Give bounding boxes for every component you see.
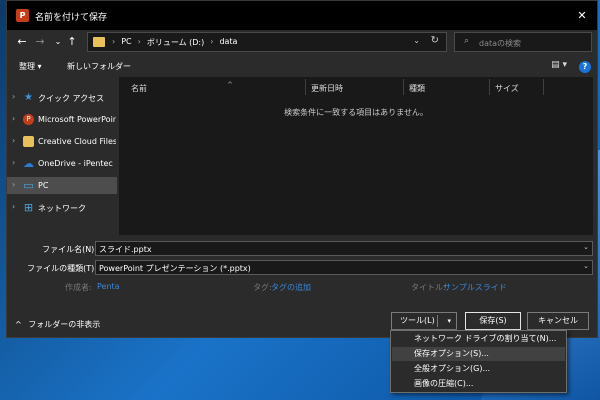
menu-item-save-options[interactable]: 保存オプション(S)...	[392, 347, 565, 361]
column-header-modified[interactable]: 更新日時	[311, 83, 343, 93]
filename-label: ファイル名(N):	[42, 245, 97, 254]
nav-item-label: Creative Cloud Files	[38, 137, 116, 146]
tools-divider	[437, 315, 438, 327]
search-placeholder: dataの検索	[479, 39, 522, 48]
doc-title-label: タイトル:	[411, 283, 446, 292]
filetype-value: PowerPoint プレゼンテーション (*.pptx)	[99, 264, 251, 273]
column-header-size[interactable]: サイズ	[495, 83, 519, 93]
author-label: 作成者:	[65, 283, 92, 292]
filetype-label: ファイルの種類(T):	[27, 264, 97, 273]
chevron-right-icon: ›	[137, 37, 141, 46]
column-divider[interactable]	[305, 79, 306, 95]
chevron-right-icon: ›	[112, 37, 116, 46]
nav-item-label: PC	[38, 181, 49, 190]
menu-item-map-network-drive[interactable]: ネットワーク ドライブの割り当て(N)...	[392, 332, 565, 346]
nav-item-label: Microsoft PowerPoint	[38, 115, 116, 124]
dialog-title: 名前を付けて保存	[35, 13, 108, 23]
search-icon: ⌕	[464, 36, 470, 46]
tags-label: タグ:	[253, 283, 272, 292]
tools-label: ツール(L)	[400, 316, 435, 325]
hide-folders-label: フォルダーの非表示	[28, 320, 101, 329]
network-icon: ⊞	[23, 201, 34, 214]
nav-item-network[interactable]: › ⊞ ネットワーク	[7, 199, 117, 216]
forward-arrow-icon[interactable]: →	[33, 35, 47, 49]
breadcrumb: › PC › ボリューム (D:) › data	[112, 37, 237, 48]
column-header-name[interactable]: 名前 ^	[131, 81, 301, 93]
address-bar[interactable]: › PC › ボリューム (D:) › data ⌄ ↻	[87, 32, 447, 52]
onedrive-icon: ☁	[23, 157, 34, 170]
refresh-icon[interactable]: ↻	[431, 35, 439, 46]
chevron-right-icon[interactable]: ›	[12, 92, 15, 101]
tools-button[interactable]: ツール(L) ▾	[391, 312, 457, 330]
close-button[interactable]: ✕	[567, 1, 597, 30]
cancel-button[interactable]: キャンセル	[527, 312, 589, 330]
recent-locations-chevron-icon[interactable]: ⌄	[51, 35, 65, 49]
caret-down-icon[interactable]: ▾	[447, 313, 451, 329]
filename-value: スライド.pptx	[99, 245, 152, 254]
save-button[interactable]: 保存(S)	[465, 312, 521, 330]
tools-menu: ネットワーク ドライブの割り当て(N)... 保存オプション(S)... 全般オ…	[390, 330, 567, 393]
chevron-down-icon[interactable]: ⌄	[583, 262, 589, 270]
address-dropdown-icon[interactable]: ⌄	[413, 36, 420, 45]
file-list[interactable]: 名前 ^ 更新日時 種類 サイズ 検索条件に一致する項目はありません。	[119, 77, 593, 235]
empty-list-message: 検索条件に一致する項目はありません。	[284, 108, 428, 117]
search-input[interactable]: ⌕ dataの検索	[454, 32, 592, 52]
nav-item-powerpoint[interactable]: › P Microsoft PowerPoint	[7, 111, 117, 128]
help-icon[interactable]: ?	[579, 61, 591, 73]
chevron-right-icon[interactable]: ›	[12, 158, 15, 167]
nav-item-pc[interactable]: › ▭ PC	[7, 177, 117, 194]
breadcrumb-item-data[interactable]: data	[219, 37, 237, 48]
filename-field[interactable]: スライド.pptx ⌄	[95, 241, 593, 256]
star-icon: ★	[24, 92, 33, 103]
chevron-right-icon: ›	[210, 37, 214, 46]
menu-item-compress-pictures[interactable]: 画像の圧縮(C)...	[392, 377, 565, 391]
powerpoint-icon: P	[23, 114, 34, 125]
nav-item-creative-cloud[interactable]: › Creative Cloud Files	[7, 133, 117, 150]
nav-item-label: ネットワーク	[38, 204, 86, 213]
navigation-pane: › ★ クイック アクセス › P Microsoft PowerPoint ›…	[7, 77, 117, 235]
powerpoint-icon: P	[16, 9, 29, 22]
folder-icon	[93, 37, 105, 47]
chevron-right-icon[interactable]: ›	[12, 136, 15, 145]
breadcrumb-item-volume[interactable]: ボリューム (D:)	[147, 37, 204, 48]
chevron-right-icon[interactable]: ›	[12, 202, 15, 211]
column-divider[interactable]	[543, 79, 544, 95]
back-arrow-icon[interactable]: ←	[15, 35, 29, 49]
nav-item-quick-access[interactable]: › ★ クイック アクセス	[7, 89, 117, 106]
nav-item-label: クイック アクセス	[38, 94, 105, 103]
column-divider[interactable]	[489, 79, 490, 95]
hide-folders-toggle[interactable]: ^ フォルダーの非表示	[15, 319, 100, 330]
command-toolbar: 整理 ▾ 新しいフォルダー ▤ ▾ ?	[7, 58, 597, 76]
column-header-type[interactable]: 種類	[409, 83, 425, 93]
chevron-up-icon: ^	[15, 320, 22, 329]
chevron-down-icon[interactable]: ⌄	[583, 243, 589, 251]
sort-ascending-icon: ^	[227, 81, 233, 89]
chevron-right-icon[interactable]: ›	[12, 180, 15, 189]
nav-item-label: OneDrive - iPentec	[38, 159, 113, 168]
view-options-icon[interactable]: ▤ ▾	[551, 60, 567, 70]
creative-cloud-icon	[23, 136, 34, 147]
author-value[interactable]: Penta	[97, 282, 120, 291]
tags-value[interactable]: タグの追加	[271, 282, 311, 293]
breadcrumb-item-pc[interactable]: PC	[121, 37, 131, 48]
up-arrow-icon[interactable]: ↑	[65, 35, 79, 49]
save-as-dialog: P 名前を付けて保存 ✕ ← → ⌄ ↑ › PC › ボリューム (D:) ›…	[6, 0, 598, 338]
menu-item-general-options[interactable]: 全般オプション(G)...	[392, 362, 565, 376]
chevron-right-icon[interactable]: ›	[12, 114, 15, 123]
nav-item-onedrive[interactable]: › ☁ OneDrive - iPentec	[7, 155, 117, 172]
column-header-label: 名前	[131, 84, 147, 93]
column-divider[interactable]	[403, 79, 404, 95]
doc-title-value[interactable]: サンプルスライド	[443, 282, 507, 293]
title-bar: P 名前を付けて保存 ✕	[7, 1, 597, 30]
new-folder-button[interactable]: 新しいフォルダー	[67, 61, 131, 72]
pc-icon: ▭	[23, 179, 34, 192]
organize-button[interactable]: 整理 ▾	[19, 61, 42, 72]
filetype-select[interactable]: PowerPoint プレゼンテーション (*.pptx) ⌄	[95, 260, 593, 275]
